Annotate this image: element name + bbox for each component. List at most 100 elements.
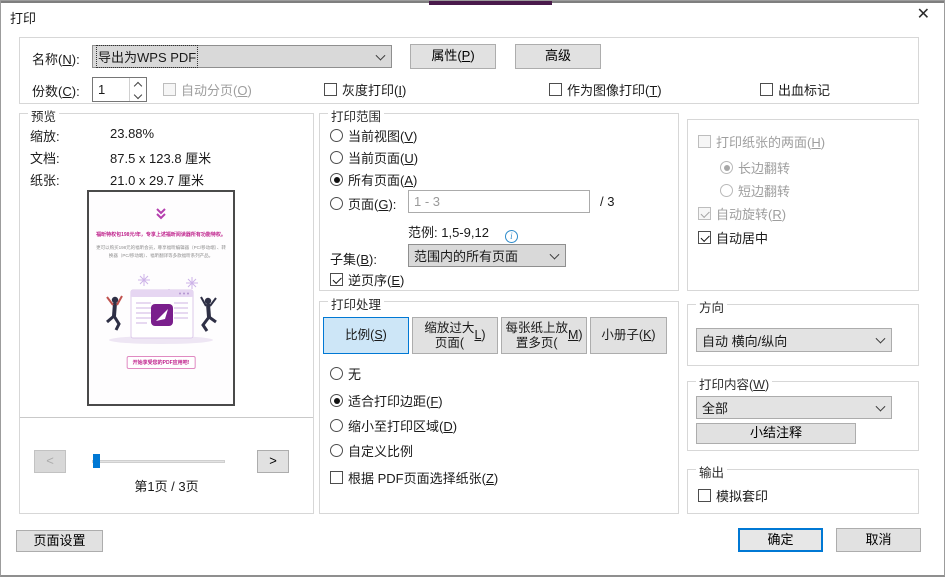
printer-name-value: 导出为WPS PDF — [98, 47, 196, 66]
advanced-button[interactable]: 高级 — [515, 44, 601, 69]
print-handling-group: 打印处理 比例(S) 缩放过大 页面(L) 每张纸上放 置多页(M) 小册子(K… — [319, 301, 679, 514]
collate-checkbox: 自动分页(O) — [163, 80, 252, 99]
pages-input[interactable]: 1 - 3 — [408, 190, 590, 213]
radio-none[interactable]: 无 — [330, 364, 361, 383]
output-group: 输出 模拟套印 — [687, 469, 919, 514]
checkbox-icon[interactable] — [698, 231, 711, 244]
checkbox-icon[interactable] — [324, 83, 337, 96]
promo-illustration — [89, 270, 233, 354]
radio-current-view[interactable]: 当前视图(V) — [330, 126, 417, 145]
printer-name-select[interactable]: 导出为WPS PDF — [92, 45, 392, 68]
page-setup-button[interactable]: 页面设置 — [16, 530, 103, 552]
subset-value: 范围内的所有页面 — [414, 246, 518, 265]
radio-flip-long-edge: 长边翻转 — [720, 158, 790, 177]
preview-group-title: 预览 — [28, 106, 59, 125]
checkbox-icon[interactable] — [760, 83, 773, 96]
radio-pages[interactable]: 页面(G): — [330, 194, 396, 213]
properties-button[interactable]: 属性(P) — [410, 44, 496, 69]
prev-page-button[interactable]: < — [34, 450, 66, 473]
both-sides-checkbox: 打印纸张的两面(H) — [698, 132, 825, 151]
slider-handle[interactable] — [93, 454, 100, 468]
tab-multiple-per-sheet[interactable]: 每张纸上放 置多页(M) — [501, 317, 587, 354]
preview-group: 预览 缩放: 23.88% 文档: 87.5 x 123.8 厘米 纸张: 21… — [19, 113, 314, 514]
cancel-button[interactable]: 取消 — [836, 528, 921, 552]
radio-icon — [720, 184, 733, 197]
radio-icon[interactable] — [330, 444, 343, 457]
print-content-value: 全部 — [702, 398, 728, 417]
print-content-group: 打印内容(W) 全部 小结注释 — [687, 381, 919, 451]
range-example: 范例: 1,5-9,12i — [408, 222, 518, 243]
checkbox-icon[interactable] — [330, 273, 343, 286]
titlebar: 打印 ✕ — [1, 1, 944, 31]
tab-scale[interactable]: 比例(S) — [323, 317, 409, 354]
checkbox-icon — [163, 83, 176, 96]
bleed-marks-checkbox[interactable]: 出血标记 — [760, 80, 830, 99]
person-left-icon — [107, 296, 122, 330]
radio-icon[interactable] — [330, 367, 343, 380]
orientation-select[interactable]: 自动 横向/纵向 — [696, 328, 892, 352]
radio-custom-scale[interactable]: 自定义比例 — [330, 441, 413, 460]
copies-stepper[interactable]: 1 — [92, 77, 147, 102]
chevron-down-icon — [876, 334, 886, 344]
promo-cta-button: 开始享受您的PDF应用吧! — [127, 356, 196, 369]
info-icon[interactable]: i — [505, 230, 518, 243]
close-icon[interactable]: ✕ — [917, 5, 930, 25]
summarize-comments-button[interactable]: 小结注释 — [696, 423, 856, 444]
simulate-overprint-checkbox[interactable]: 模拟套印 — [698, 486, 768, 505]
slider-track[interactable] — [92, 460, 225, 463]
paper-size-label: 纸张: — [30, 170, 60, 189]
printer-name-label: 名称(N): — [32, 49, 80, 68]
orientation-value: 自动 横向/纵向 — [702, 331, 787, 350]
spin-down-icon[interactable] — [130, 90, 146, 102]
paper-by-pdf-checkbox[interactable]: 根据 PDF页面选择纸张(Z) — [330, 468, 498, 487]
print-dialog: 打印 ✕ 名称(N): 导出为WPS PDF 属性(P) 高级 份数(C): 1… — [0, 0, 945, 577]
tab-booklet[interactable]: 小册子(K) — [590, 317, 667, 354]
page-indicator: 第1页 / 3页 — [20, 476, 313, 495]
spin-up-icon[interactable] — [130, 78, 146, 90]
print-handling-group-title: 打印处理 — [328, 294, 384, 313]
pages-total: / 3 — [600, 194, 614, 209]
page-preview-thumbnail: 福昕特权包198元/年，专享上述福昕阅读器所有功能特权。 更可以购买198元的福… — [87, 190, 235, 406]
promo-subtext: 更可以购买198元的福昕会员，尊享福昕编辑器（PC/移动端）、转换器（PC/移动… — [95, 244, 227, 259]
promo-headline: 福昕特权包198元/年，专享上述福昕阅读器所有功能特权。 — [93, 232, 229, 240]
output-group-title: 输出 — [696, 462, 727, 481]
radio-icon[interactable] — [330, 197, 343, 210]
zoom-value: 23.88% — [110, 126, 154, 141]
radio-all-pages[interactable]: 所有页面(A) — [330, 170, 417, 189]
next-page-button[interactable]: > — [257, 450, 289, 473]
chevron-down-icon — [550, 249, 560, 259]
ok-button[interactable]: 确定 — [738, 528, 823, 552]
print-as-image-checkbox[interactable]: 作为图像打印(T) — [549, 80, 662, 99]
radio-icon[interactable] — [330, 173, 343, 186]
radio-icon[interactable] — [330, 129, 343, 142]
print-range-group-title: 打印范围 — [328, 106, 384, 125]
checkbox-icon[interactable] — [698, 489, 711, 502]
duplex-group: 打印纸张的两面(H) 长边翻转 短边翻转 自动旋转(R) 自动居中 — [687, 119, 919, 291]
grayscale-checkbox[interactable]: 灰度打印(I) — [324, 80, 406, 99]
print-content-select[interactable]: 全部 — [696, 396, 892, 419]
print-range-group: 打印范围 当前视图(V) 当前页面(U) 所有页面(A) 页面(G): 1 - … — [319, 113, 679, 291]
paper-size-value: 21.0 x 29.7 厘米 — [110, 170, 204, 189]
person-right-icon — [201, 297, 216, 331]
print-content-group-title: 打印内容(W) — [696, 374, 772, 393]
page-slider[interactable] — [92, 454, 225, 468]
tab-shrink-oversized[interactable]: 缩放过大 页面(L) — [412, 317, 498, 354]
reverse-order-checkbox[interactable]: 逆页序(E) — [330, 270, 404, 289]
auto-center-checkbox[interactable]: 自动居中 — [698, 228, 768, 247]
checkbox-icon[interactable] — [330, 471, 343, 484]
radio-icon[interactable] — [330, 151, 343, 164]
double-chevron-down-icon — [154, 208, 168, 220]
radio-icon — [720, 161, 733, 174]
radio-current-page[interactable]: 当前页面(U) — [330, 148, 418, 167]
preview-separator — [20, 417, 313, 418]
checkbox-icon[interactable] — [549, 83, 562, 96]
radio-icon[interactable] — [330, 394, 343, 407]
handling-tabs: 比例(S) 缩放过大 页面(L) 每张纸上放 置多页(M) 小册子(K) — [323, 317, 667, 354]
subset-select[interactable]: 范围内的所有页面 — [408, 244, 566, 267]
radio-icon[interactable] — [330, 419, 343, 432]
radio-fit-margins[interactable]: 适合打印边距(F) — [330, 391, 443, 410]
document-size-value: 87.5 x 123.8 厘米 — [110, 148, 211, 167]
checkbox-icon — [698, 207, 711, 220]
dialog-title: 打印 — [10, 8, 36, 27]
radio-shrink-to-area[interactable]: 缩小至打印区域(D) — [330, 416, 457, 435]
